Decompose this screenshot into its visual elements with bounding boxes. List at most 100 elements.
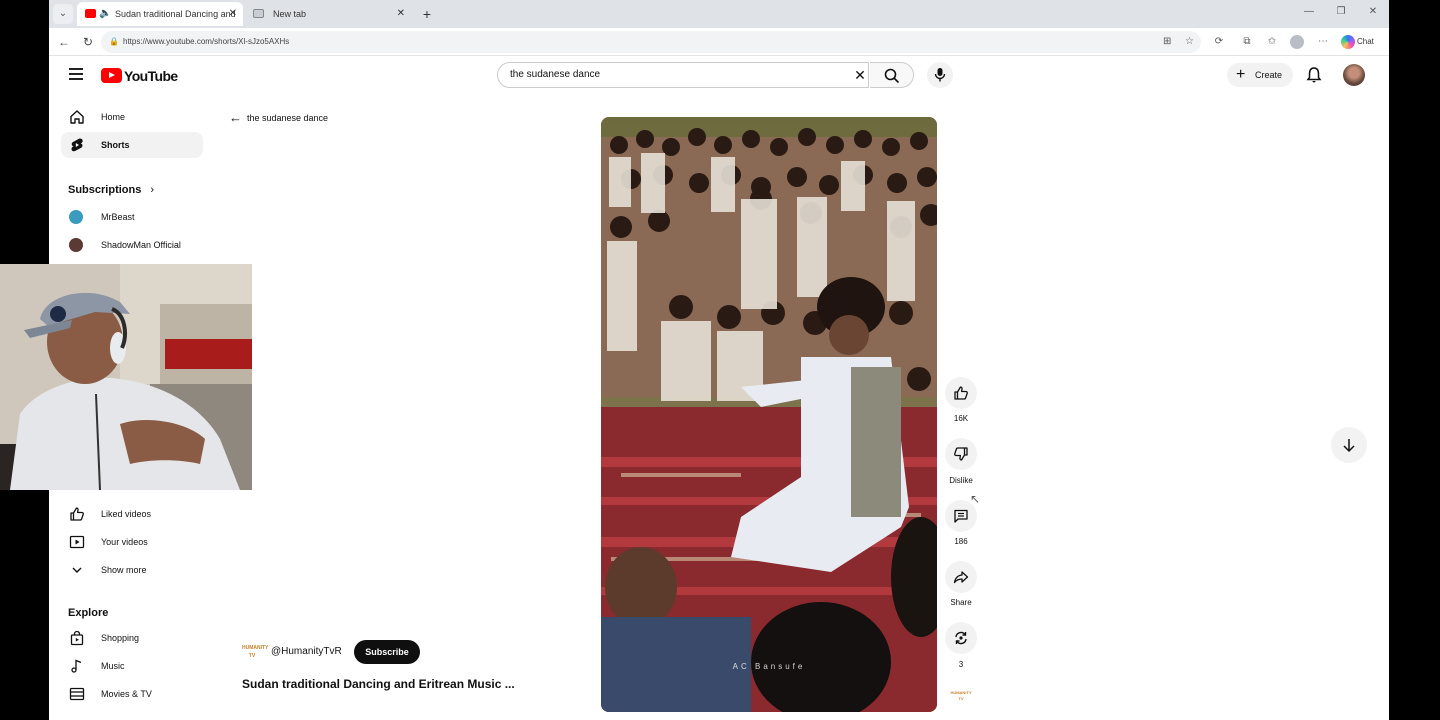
sidebar-item-label: Shopping — [101, 633, 140, 643]
chevron-down-icon — [72, 567, 82, 573]
remix-icon — [955, 631, 967, 645]
play-box-icon — [69, 535, 85, 549]
sidebar-item-music[interactable]: Music — [61, 653, 203, 679]
sidebar-item-label: Shorts — [101, 140, 130, 150]
copilot-button[interactable]: Chat — [1341, 34, 1385, 50]
channel-avatar — [69, 210, 83, 224]
shorts-video-player[interactable]: AC Bansufe — [601, 117, 937, 712]
sidebar-item-show-more[interactable]: Show more — [61, 557, 203, 583]
back-to-search-link[interactable]: ← the sudanese dance — [229, 110, 328, 126]
search-input[interactable]: the sudanese dance — [497, 62, 869, 88]
create-button[interactable]: + Create — [1227, 63, 1293, 87]
voice-search-button[interactable] — [927, 62, 953, 88]
dislike-label: Dislike — [949, 476, 973, 485]
tab-title: Sudan traditional Dancing and — [115, 9, 236, 19]
sidebar-item-label: Show more — [101, 565, 147, 575]
minimize-icon[interactable]: — — [1299, 6, 1319, 17]
dislike-button[interactable] — [945, 438, 977, 470]
sound-thumbnail[interactable]: HUMANITY TV — [949, 690, 973, 704]
close-tab-icon[interactable]: ✕ — [229, 2, 237, 26]
refresh-icon[interactable]: ↻ — [79, 33, 97, 51]
sidebar-item-movies-tv[interactable]: Movies & TV — [61, 681, 203, 707]
video-title[interactable]: Sudan traditional Dancing and Eritrean M… — [242, 677, 515, 691]
sidebar-item-label: Liked videos — [101, 509, 152, 519]
sidebar-item-subscription[interactable]: MrBeast — [61, 204, 203, 230]
channel-thumbnail[interactable]: HUMANITY TV — [242, 644, 268, 660]
sidebar-item-label: ShadowMan Official — [101, 240, 181, 250]
search-icon — [884, 68, 899, 84]
sidebar-item-liked-videos[interactable]: Liked videos — [61, 501, 203, 527]
microphone-icon — [934, 68, 946, 82]
subscribe-button[interactable]: Subscribe — [354, 640, 420, 664]
copilot-icon — [1341, 35, 1355, 49]
tab-list-button[interactable]: ⌄ — [53, 4, 73, 24]
close-window-icon[interactable]: ✕ — [1363, 6, 1383, 17]
sidebar-item-label: MrBeast — [101, 212, 135, 222]
sidebar-item-label: Your videos — [101, 537, 148, 547]
webcam-image — [0, 264, 252, 490]
thumbs-up-icon — [70, 507, 84, 521]
apps-icon[interactable]: ⊞ — [1163, 31, 1171, 53]
mouse-cursor-icon: ↖ — [970, 492, 981, 506]
channel-name[interactable]: @HumanityTvR — [271, 640, 342, 664]
close-tab-icon[interactable]: ✕ — [397, 2, 405, 26]
notifications-button[interactable] — [1305, 66, 1323, 84]
youtube-favicon-icon — [85, 9, 96, 18]
remix-button[interactable] — [945, 622, 977, 654]
subscriptions-heading[interactable]: Subscriptions › — [68, 184, 154, 196]
plus-icon: + — [1236, 66, 1246, 83]
video-frame-image: AC Bansufe — [601, 117, 937, 712]
browser-essentials-icon[interactable]: ⟳ — [1211, 34, 1227, 50]
sidebar-item-label: Music — [101, 661, 125, 671]
explore-heading: Explore — [68, 607, 109, 619]
extensions-icon[interactable]: ⧉ — [1239, 34, 1255, 50]
arrow-down-icon — [1343, 439, 1355, 453]
sidebar-item-label: Movies & TV — [101, 689, 152, 699]
site-info-icon[interactable]: 🔒 — [109, 31, 119, 53]
share-arrow-icon — [953, 571, 969, 584]
channel-avatar — [69, 238, 83, 252]
share-button[interactable] — [945, 561, 977, 593]
clear-search-icon[interactable]: ✕ — [849, 64, 871, 86]
sidebar-item-home[interactable]: Home — [61, 104, 203, 130]
tab-title: New tab — [273, 9, 307, 19]
youtube-wordmark: YouTube — [124, 68, 178, 84]
sidebar-item-your-videos[interactable]: Your videos — [61, 529, 203, 555]
sidebar-item-label: Home — [101, 112, 126, 122]
shopping-bag-icon — [70, 630, 84, 646]
tab-new-tab[interactable]: New tab ✕ — [245, 2, 411, 26]
bell-icon — [1306, 67, 1322, 83]
music-note-icon — [71, 659, 82, 673]
home-icon — [70, 110, 84, 124]
speaker-icon[interactable]: 🔈 — [99, 2, 111, 26]
browser-toolbar: ← ↻ 🔒 https://www.youtube.com/shorts/Xl-… — [49, 28, 1389, 56]
tab-youtube[interactable]: 🔈 Sudan traditional Dancing and ✕ — [77, 2, 243, 26]
back-icon[interactable]: ← — [55, 33, 73, 51]
sidebar-item-shorts[interactable]: Shorts — [61, 132, 203, 158]
maximize-icon[interactable]: ❐ — [1331, 6, 1351, 17]
account-avatar[interactable] — [1343, 64, 1365, 86]
like-count: 16K — [953, 414, 969, 423]
profile-icon[interactable] — [1290, 35, 1304, 49]
like-button[interactable] — [945, 377, 977, 409]
thumbs-up-icon — [954, 386, 968, 400]
favorite-star-icon[interactable]: ☆ — [1185, 31, 1194, 53]
next-short-button[interactable] — [1331, 427, 1367, 463]
favorites-icon[interactable]: ✩ — [1264, 34, 1280, 50]
search-button[interactable] — [870, 62, 914, 88]
address-bar[interactable]: 🔒 https://www.youtube.com/shorts/Xl-sJzo… — [101, 31, 1201, 53]
new-tab-button[interactable]: + — [417, 4, 437, 24]
webcam-overlay — [0, 264, 252, 490]
sidebar-item-subscription[interactable]: ShadowMan Official — [61, 232, 203, 258]
comment-count: 186 — [954, 537, 968, 546]
menu-icon[interactable] — [69, 68, 83, 80]
sidebar-item-shopping[interactable]: Shopping — [61, 625, 203, 651]
chevron-right-icon: › — [150, 184, 155, 196]
share-label: Share — [950, 598, 972, 607]
thumbs-down-icon — [954, 447, 968, 461]
create-label: Create — [1255, 70, 1283, 80]
copilot-label: Chat — [1357, 37, 1374, 46]
more-menu-icon[interactable]: ⋯ — [1315, 34, 1331, 50]
youtube-play-icon — [101, 68, 122, 83]
remix-count: 3 — [958, 660, 964, 669]
